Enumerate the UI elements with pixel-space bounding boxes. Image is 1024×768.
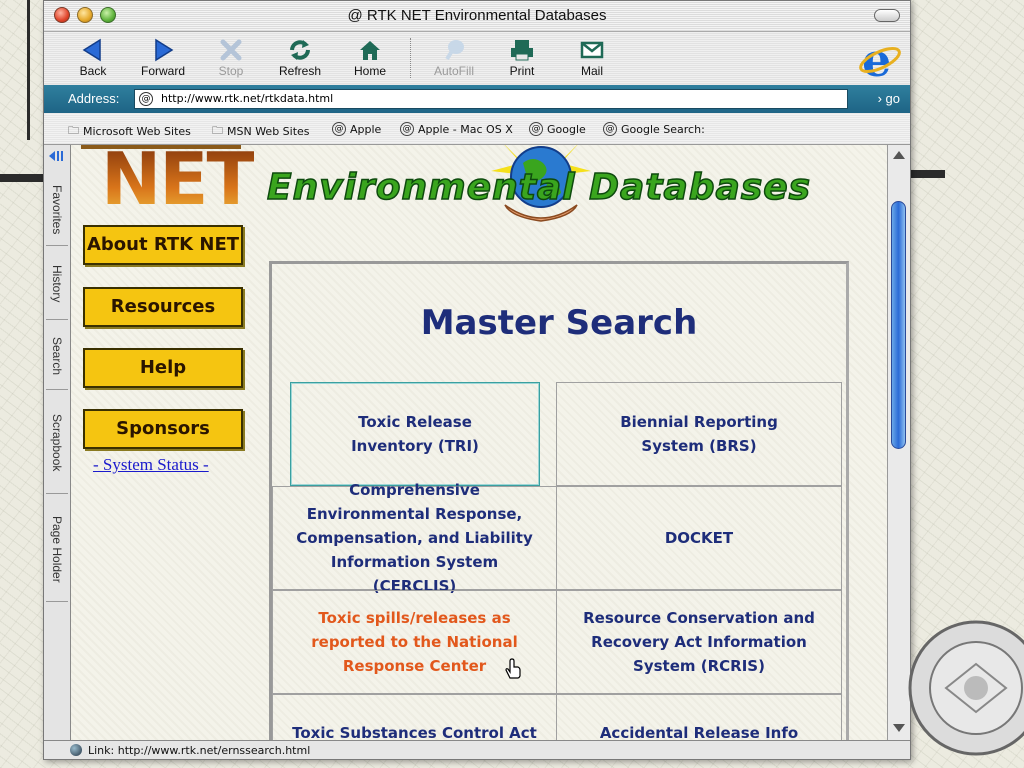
forward-button[interactable]: Forward: [133, 36, 193, 78]
window-title: @ RTK NET Environmental Databases: [347, 7, 607, 24]
accidental-release-link-cell[interactable]: Accidental Release Info: [556, 694, 842, 740]
back-label: Back: [79, 64, 107, 78]
scroll-up-arrow-icon[interactable]: [893, 151, 905, 159]
tab-page-holder[interactable]: Page Holder: [46, 497, 68, 602]
page-at-icon: @: [529, 122, 543, 136]
refresh-button[interactable]: Refresh: [270, 36, 330, 78]
tab-history[interactable]: History: [46, 249, 68, 320]
back-button[interactable]: Back: [63, 36, 123, 78]
scroll-thumb[interactable]: [891, 201, 906, 449]
title-bar[interactable]: @ RTK NET Environmental Databases: [44, 1, 910, 32]
go-arrow-icon: ›: [877, 91, 886, 106]
favorites-bar: 🗀 Microsoft Web Sites 🗀 MSN Web Sites @ App…: [44, 114, 910, 145]
system-status-link[interactable]: - System Status -: [93, 455, 209, 475]
stop-label: Stop: [218, 64, 244, 78]
university-of-california-seal: [908, 620, 1024, 756]
forward-arrow-icon: [155, 38, 174, 62]
folder-icon: 🗀: [68, 124, 79, 137]
internet-explorer-logo-icon: e: [859, 38, 901, 82]
favorite-google[interactable]: @ Google: [529, 122, 586, 136]
tri-link-cell[interactable]: Toxic Release Inventory (TRI): [290, 382, 540, 486]
home-icon: [360, 41, 380, 60]
globe-status-icon: [70, 744, 82, 756]
refresh-icon: [290, 40, 310, 60]
about-rtk-net-button[interactable]: About RTK NET: [83, 225, 243, 265]
status-text: Link: http://www.rtk.net/ernssearch.html: [88, 744, 311, 757]
stop-x-icon: [220, 39, 242, 61]
tab-favorites[interactable]: Favorites: [46, 175, 68, 246]
cell-label: Toxic Release Inventory (TRI): [351, 413, 479, 455]
stop-button[interactable]: Stop: [201, 36, 261, 78]
page-at-icon: @: [400, 122, 414, 136]
cell-label: Biennial Reporting System (BRS): [620, 413, 778, 455]
mail-label: Mail: [580, 64, 603, 78]
tab-search[interactable]: Search: [46, 323, 68, 390]
address-input[interactable]: @ http://www.rtk.net/rtkdata.html: [134, 89, 848, 109]
go-button[interactable]: › go: [878, 91, 900, 106]
toolbar-toggle-icon[interactable]: [874, 9, 900, 22]
home-label: Home: [353, 64, 386, 78]
status-bar: Link: http://www.rtk.net/ernssearch.html: [44, 740, 910, 759]
autofill-button[interactable]: AutoFill: [424, 36, 484, 78]
favorite-microsoft-web-sites[interactable]: 🗀 Microsoft Web Sites: [68, 122, 191, 141]
cell-label: Comprehensive Environmental Response, Comp…: [296, 481, 533, 595]
address-bar: Address: @ http://www.rtk.net/rtkdata.ht…: [44, 85, 910, 113]
browser-window: @ RTK NET Environmental Databases Back F…: [43, 0, 911, 760]
folder-icon: 🗀: [212, 124, 223, 137]
cerclis-link-cell[interactable]: Comprehensive Environmental Response, Comp…: [272, 481, 557, 595]
favorite-apple-mac-os-x[interactable]: @ Apple - Mac OS X: [400, 122, 513, 136]
print-button[interactable]: Print: [492, 36, 552, 78]
docket-link-cell[interactable]: DOCKET: [556, 486, 842, 590]
printer-icon: [511, 40, 533, 61]
resources-button[interactable]: Resources: [83, 287, 243, 327]
hand-pointer-cursor-icon: [505, 658, 521, 679]
master-search-table: Master Search Toxic Release Inventory (TR…: [269, 261, 849, 740]
master-search-title: Master Search: [420, 303, 698, 343]
rcris-link-cell[interactable]: Resource Conservation and Recovery Act In…: [556, 590, 842, 694]
toolbar-separator: [410, 38, 412, 78]
tsca-link-cell[interactable]: Toxic Substances Control Act: [272, 694, 557, 740]
favorite-msn-web-sites[interactable]: 🗀 MSN Web Sites: [212, 122, 310, 141]
favorite-apple[interactable]: @ Apple: [332, 122, 381, 136]
favorite-google-search[interactable]: @ Google Search:: [603, 122, 705, 136]
address-label: Address:: [68, 91, 120, 106]
refresh-label: Refresh: [278, 64, 322, 78]
sponsors-button[interactable]: Sponsors: [83, 409, 243, 449]
page-at-icon: @: [139, 92, 153, 106]
cell-label: DOCKET: [664, 529, 734, 547]
cell-label: Toxic spills/releases as reported to the …: [311, 609, 518, 675]
forward-label: Forward: [140, 64, 185, 78]
background-vline-left: [27, 0, 30, 140]
page-at-icon: @: [332, 122, 346, 136]
explorer-bar-toggle-icon[interactable]: [47, 149, 67, 163]
mail-envelope-icon: [580, 41, 604, 59]
background-bar-right: [905, 170, 945, 178]
home-button[interactable]: Home: [340, 36, 400, 78]
mail-button[interactable]: Mail: [562, 36, 622, 78]
autofill-icon: [445, 40, 464, 61]
scroll-down-arrow-icon[interactable]: [893, 724, 905, 732]
cell-label: Resource Conservation and Recovery Act In…: [583, 609, 815, 675]
cell-label: Toxic Substances Control Act: [292, 724, 537, 740]
page-heading: Environmental Databases: [266, 166, 812, 209]
address-url: http://www.rtk.net/rtkdata.html: [161, 92, 334, 105]
print-label: Print: [509, 64, 535, 78]
toolbar: Back Forward Stop Refresh Home AutoFill …: [44, 32, 910, 84]
help-button[interactable]: Help: [83, 348, 243, 388]
cell-label: Accidental Release Info: [599, 724, 799, 740]
back-arrow-icon: [82, 38, 101, 62]
autofill-label: AutoFill: [433, 64, 474, 78]
page-at-icon: @: [603, 122, 617, 136]
explorer-bar-tabs: Favorites History Search Scrapbook Page …: [44, 145, 71, 740]
tab-scrapbook[interactable]: Scrapbook: [46, 393, 68, 494]
globe-small-icon: @: [347, 7, 367, 24]
brs-link-cell[interactable]: Biennial Reporting System (BRS): [556, 382, 842, 486]
rtk-net-logo[interactable]: NET: [101, 145, 256, 221]
web-content: NET Environmental Databases About RTK NE…: [71, 145, 887, 740]
